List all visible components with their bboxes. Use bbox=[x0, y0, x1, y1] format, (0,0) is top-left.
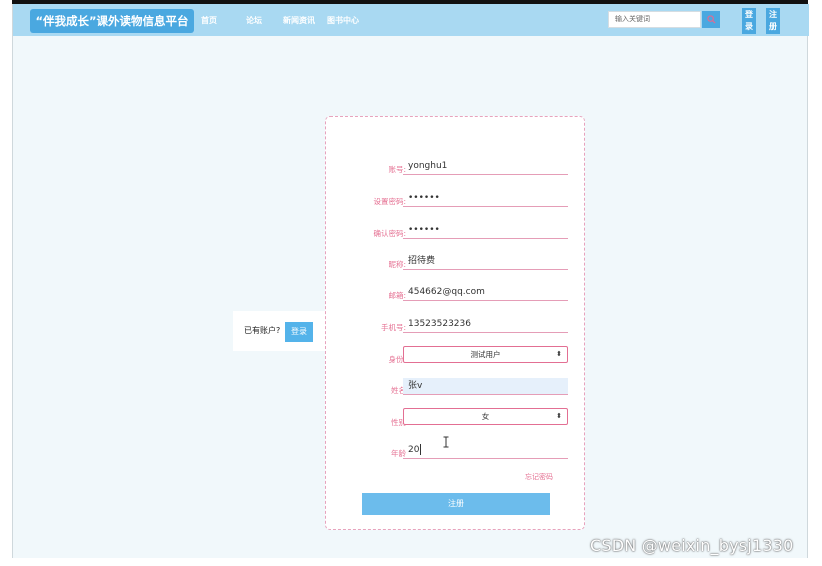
identity-value: 测试用户 bbox=[470, 350, 501, 359]
nav-forum[interactable]: 论坛 bbox=[246, 15, 262, 26]
forgot-password-link[interactable]: 忘记密码 bbox=[525, 472, 553, 482]
search-icon bbox=[706, 15, 716, 24]
nav-news[interactable]: 新闻资讯 bbox=[283, 15, 315, 26]
name-input[interactable]: 张v bbox=[403, 378, 568, 395]
select-arrow-icon: ⬍ bbox=[556, 350, 562, 358]
screen: “伴我成长”课外读物信息平台 首页 论坛 新闻资讯 图书中心 输入关键词 登录 … bbox=[0, 0, 822, 566]
side-login-panel: 已有账户? 登录 bbox=[233, 311, 327, 351]
confirm-password-input[interactable]: •••••• bbox=[403, 222, 568, 239]
register-submit-button[interactable]: 注册 bbox=[362, 493, 550, 515]
site-brand[interactable]: “伴我成长”课外读物信息平台 bbox=[30, 9, 194, 33]
identity-select[interactable]: 测试用户 ⬍ bbox=[403, 346, 568, 363]
navbar: “伴我成长”课外读物信息平台 首页 论坛 新闻资讯 图书中心 输入关键词 登录 … bbox=[13, 4, 809, 36]
gender-select[interactable]: 女 ⬍ bbox=[403, 408, 568, 425]
side-login-button[interactable]: 登录 bbox=[285, 322, 313, 342]
gender-value: 女 bbox=[481, 412, 490, 421]
age-input[interactable]: 20 bbox=[403, 442, 568, 459]
nav-home[interactable]: 首页 bbox=[201, 15, 217, 26]
text-cursor-icon bbox=[443, 436, 449, 448]
register-nav-button[interactable]: 注册 bbox=[766, 8, 780, 34]
age-value: 20 bbox=[408, 445, 420, 455]
phone-input[interactable]: 13523523236 bbox=[403, 316, 568, 333]
have-account-text: 已有账户? bbox=[244, 326, 281, 335]
login-nav-button[interactable]: 登录 bbox=[742, 8, 756, 34]
nav-books[interactable]: 图书中心 bbox=[327, 15, 359, 26]
password-input[interactable]: •••••• bbox=[403, 190, 568, 207]
search-input[interactable]: 输入关键词 bbox=[608, 11, 701, 28]
watermark: CSDN @weixin_bysj1330 bbox=[590, 536, 794, 555]
account-input[interactable]: yonghu1 bbox=[403, 158, 568, 175]
password-label: 设置密码: bbox=[373, 197, 406, 206]
nickname-input[interactable]: 招待费 bbox=[403, 253, 568, 270]
select-arrow-icon: ⬍ bbox=[556, 412, 562, 420]
confirm-password-label: 确认密码: bbox=[373, 229, 406, 238]
text-caret bbox=[420, 444, 422, 455]
email-input[interactable]: 454662@qq.com bbox=[403, 284, 568, 301]
register-form: 账号: yonghu1 设置密码: •••••• 确认密码: •••••• 昵称… bbox=[325, 116, 585, 530]
page: “伴我成长”课外读物信息平台 首页 论坛 新闻资讯 图书中心 输入关键词 登录 … bbox=[12, 4, 809, 558]
search-button[interactable] bbox=[702, 11, 720, 28]
